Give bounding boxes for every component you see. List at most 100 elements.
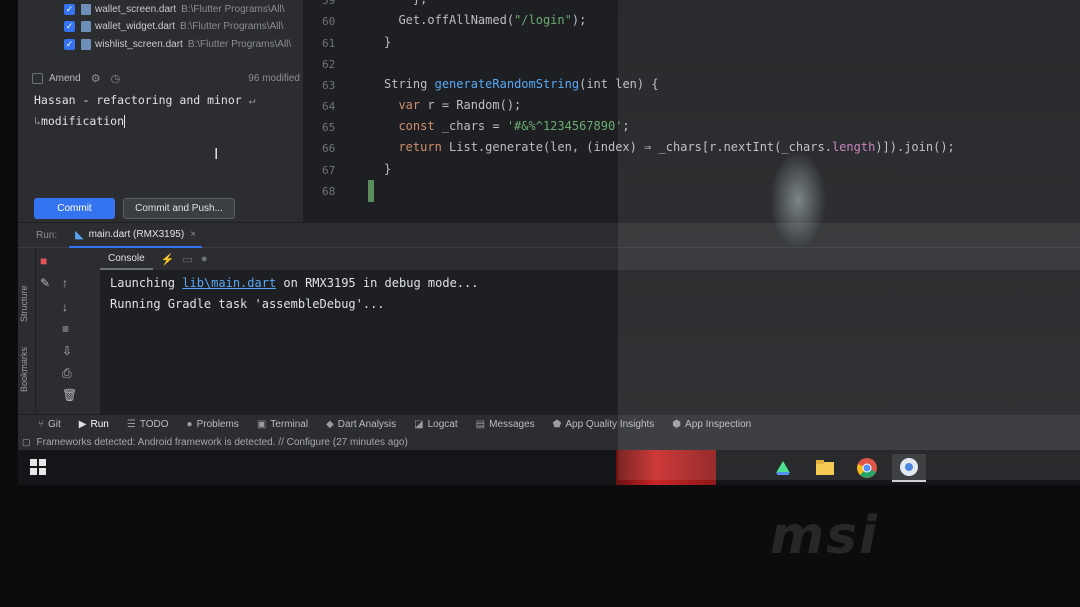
structure-tab[interactable]: Structure <box>19 285 29 322</box>
code-line: } <box>384 162 392 176</box>
console-tabbar: Console ⚡ ▭ ● <box>100 248 1080 270</box>
dart-file-icon <box>81 38 91 50</box>
console-output[interactable]: Launching lib\main.dart on RMX3195 in de… <box>100 270 1080 414</box>
tool-tab-messages[interactable]: ▤ Messages <box>476 419 535 430</box>
file-explorer-taskbar-icon[interactable] <box>808 454 842 482</box>
tool-tab-dart-analysis[interactable]: ◆ Dart Analysis <box>326 419 396 430</box>
code-token: _chars = <box>434 119 507 133</box>
code-string: '#&%^1234567890' <box>506 119 623 133</box>
inspection-icon: ⬢ <box>672 419 682 430</box>
code-keyword: return <box>398 140 442 154</box>
tool-tab-app-quality-insights[interactable]: ⬟ App Quality Insights <box>553 419 655 430</box>
file-name: wishlist_screen.dart <box>95 38 183 50</box>
pin-icon[interactable]: ✎ <box>40 276 50 290</box>
code-line: const _chars = '#&%^1234567890'; <box>398 119 630 133</box>
tool-tab-git[interactable]: ⑂ Git <box>38 419 61 430</box>
amend-label[interactable]: Amend <box>49 73 81 84</box>
tool-tab-app-inspection[interactable]: ⬢ App Inspection <box>672 419 751 430</box>
arrow-down-icon[interactable]: ↓ <box>62 300 68 314</box>
tool-tab-label: Run <box>90 419 109 430</box>
chrome-taskbar-icon[interactable] <box>850 454 884 482</box>
checkbox-checked[interactable]: ✓ <box>64 3 75 15</box>
soft-wrap-icon[interactable]: ≡ <box>62 322 69 336</box>
code-string: "/login" <box>514 13 572 27</box>
active-app-taskbar-icon[interactable] <box>892 454 926 482</box>
tool-tab-label: App Inspection <box>685 419 752 430</box>
file-path: B:\Flutter Programs\All\ <box>180 20 284 32</box>
tool-tab-label: App Quality Insights <box>565 419 655 430</box>
console-tab[interactable]: Console <box>100 248 153 270</box>
status-message[interactable]: Frameworks detected: Android framework i… <box>37 437 408 448</box>
stop-icon[interactable]: ■ <box>40 254 47 268</box>
vcs-change-bar <box>368 0 376 222</box>
code-keyword: var <box>398 98 421 112</box>
flutter-icon: ◣ <box>75 228 84 241</box>
tool-tab-label: Git <box>48 419 61 430</box>
commit-message-input[interactable]: Hassan - refactoring and minor ↵ ↳modifi… <box>26 90 298 186</box>
code-token: r = Random(); <box>420 98 522 112</box>
gear-icon[interactable]: ⚙ <box>91 72 101 85</box>
run-config-tab[interactable]: ◣ main.dart (RMX3195) × <box>69 222 203 248</box>
bookmarks-tab[interactable]: Bookmarks <box>19 347 29 392</box>
run-icon: ▶ <box>78 419 87 430</box>
tool-tab-problems[interactable]: ● Problems <box>187 419 239 430</box>
taskbar-window-preview[interactable] <box>616 450 716 485</box>
record-icon[interactable]: ● <box>201 253 208 265</box>
window-icon[interactable]: ▢ <box>22 437 31 448</box>
line-number: 62 <box>322 58 336 71</box>
arrow-up-icon[interactable]: ↑ <box>62 276 68 290</box>
dart-icon: ◆ <box>326 419 334 430</box>
tool-tab-label: Terminal <box>270 419 309 430</box>
commit-message-line: modification <box>40 114 125 128</box>
dart-file-icon <box>81 3 91 15</box>
close-icon[interactable]: × <box>190 229 196 240</box>
code-keyword: const <box>398 119 435 133</box>
layout-icon[interactable]: ▭ <box>182 253 192 266</box>
changed-file-row[interactable]: ✓ wishlist_screen.dart B:\Flutter Progra… <box>64 35 291 53</box>
code-editor[interactable]: 59 60 61 62 63 64 65 66 67 68 }; Get.off… <box>304 0 1080 222</box>
print-icon[interactable]: ⎙ <box>62 366 72 381</box>
code-line: return List.generate(len, (index) ⇒ _cha… <box>384 140 954 154</box>
amend-checkbox[interactable] <box>32 72 43 84</box>
commit-and-push-button[interactable]: Commit and Push... <box>123 198 235 219</box>
monitor-screen: ✓ wallet_screen.dart B:\Flutter Programs… <box>18 0 1080 485</box>
clock-icon[interactable]: ◷ <box>111 72 121 85</box>
commit-button[interactable]: Commit <box>34 198 115 219</box>
code-line: var r = Random(); <box>384 98 521 112</box>
line-number: 68 <box>322 185 336 198</box>
android-studio-taskbar-icon[interactable] <box>766 454 800 482</box>
windows-start-icon[interactable] <box>30 459 46 475</box>
tool-tab-terminal[interactable]: ▣ Terminal <box>257 419 308 430</box>
line-number: 59 <box>322 0 336 7</box>
flash-icon[interactable]: ⚡ <box>161 253 175 266</box>
quality-icon: ⬟ <box>552 419 562 430</box>
tool-tab-run[interactable]: ▶ Run <box>79 419 109 430</box>
file-path: B:\Flutter Programs\All\ <box>187 38 292 50</box>
file-path: B:\Flutter Programs\All\ <box>181 3 285 15</box>
console-text: on RMX3195 in debug mode... <box>276 276 479 290</box>
run-window-title: Run: <box>36 229 58 241</box>
modified-count: 96 modified <box>248 72 300 84</box>
messages-icon: ▤ <box>475 419 486 430</box>
checkbox-checked[interactable]: ✓ <box>64 38 75 50</box>
run-tab-label: main.dart (RMX3195) <box>88 228 185 240</box>
scroll-to-end-icon[interactable]: ⇩ <box>62 344 72 358</box>
checkbox-checked[interactable]: ✓ <box>64 20 75 32</box>
amend-row: Amend ⚙ ◷ 96 modified <box>32 68 300 88</box>
changed-file-row[interactable]: ✓ wallet_screen.dart B:\Flutter Programs… <box>64 0 285 18</box>
file-link[interactable]: lib\main.dart <box>182 276 276 290</box>
tool-tab-todo[interactable]: ☰ TODO <box>127 419 169 430</box>
dart-file-icon <box>81 20 91 32</box>
console-text: Launching <box>110 276 183 290</box>
changed-file-row[interactable]: ✓ wallet_widget.dart B:\Flutter Programs… <box>64 17 283 35</box>
trash-icon[interactable]: 🗑 <box>62 388 77 402</box>
line-number: 61 <box>322 37 336 50</box>
code-field: length <box>831 140 876 154</box>
code-token: Get.offAllNamed <box>398 13 507 27</box>
tool-tab-logcat[interactable]: ◪ Logcat <box>414 419 457 430</box>
line-number: 63 <box>322 79 336 92</box>
code-token: List.generate(len, (index) ⇒ _chars[r.ne… <box>441 140 832 154</box>
commit-message-line: Hassan - refactoring and minor <box>34 93 242 107</box>
status-bar: ▢ Frameworks detected: Android framework… <box>18 434 1080 450</box>
run-tool-window-header: Run: ◣ main.dart (RMX3195) × <box>18 222 1080 248</box>
